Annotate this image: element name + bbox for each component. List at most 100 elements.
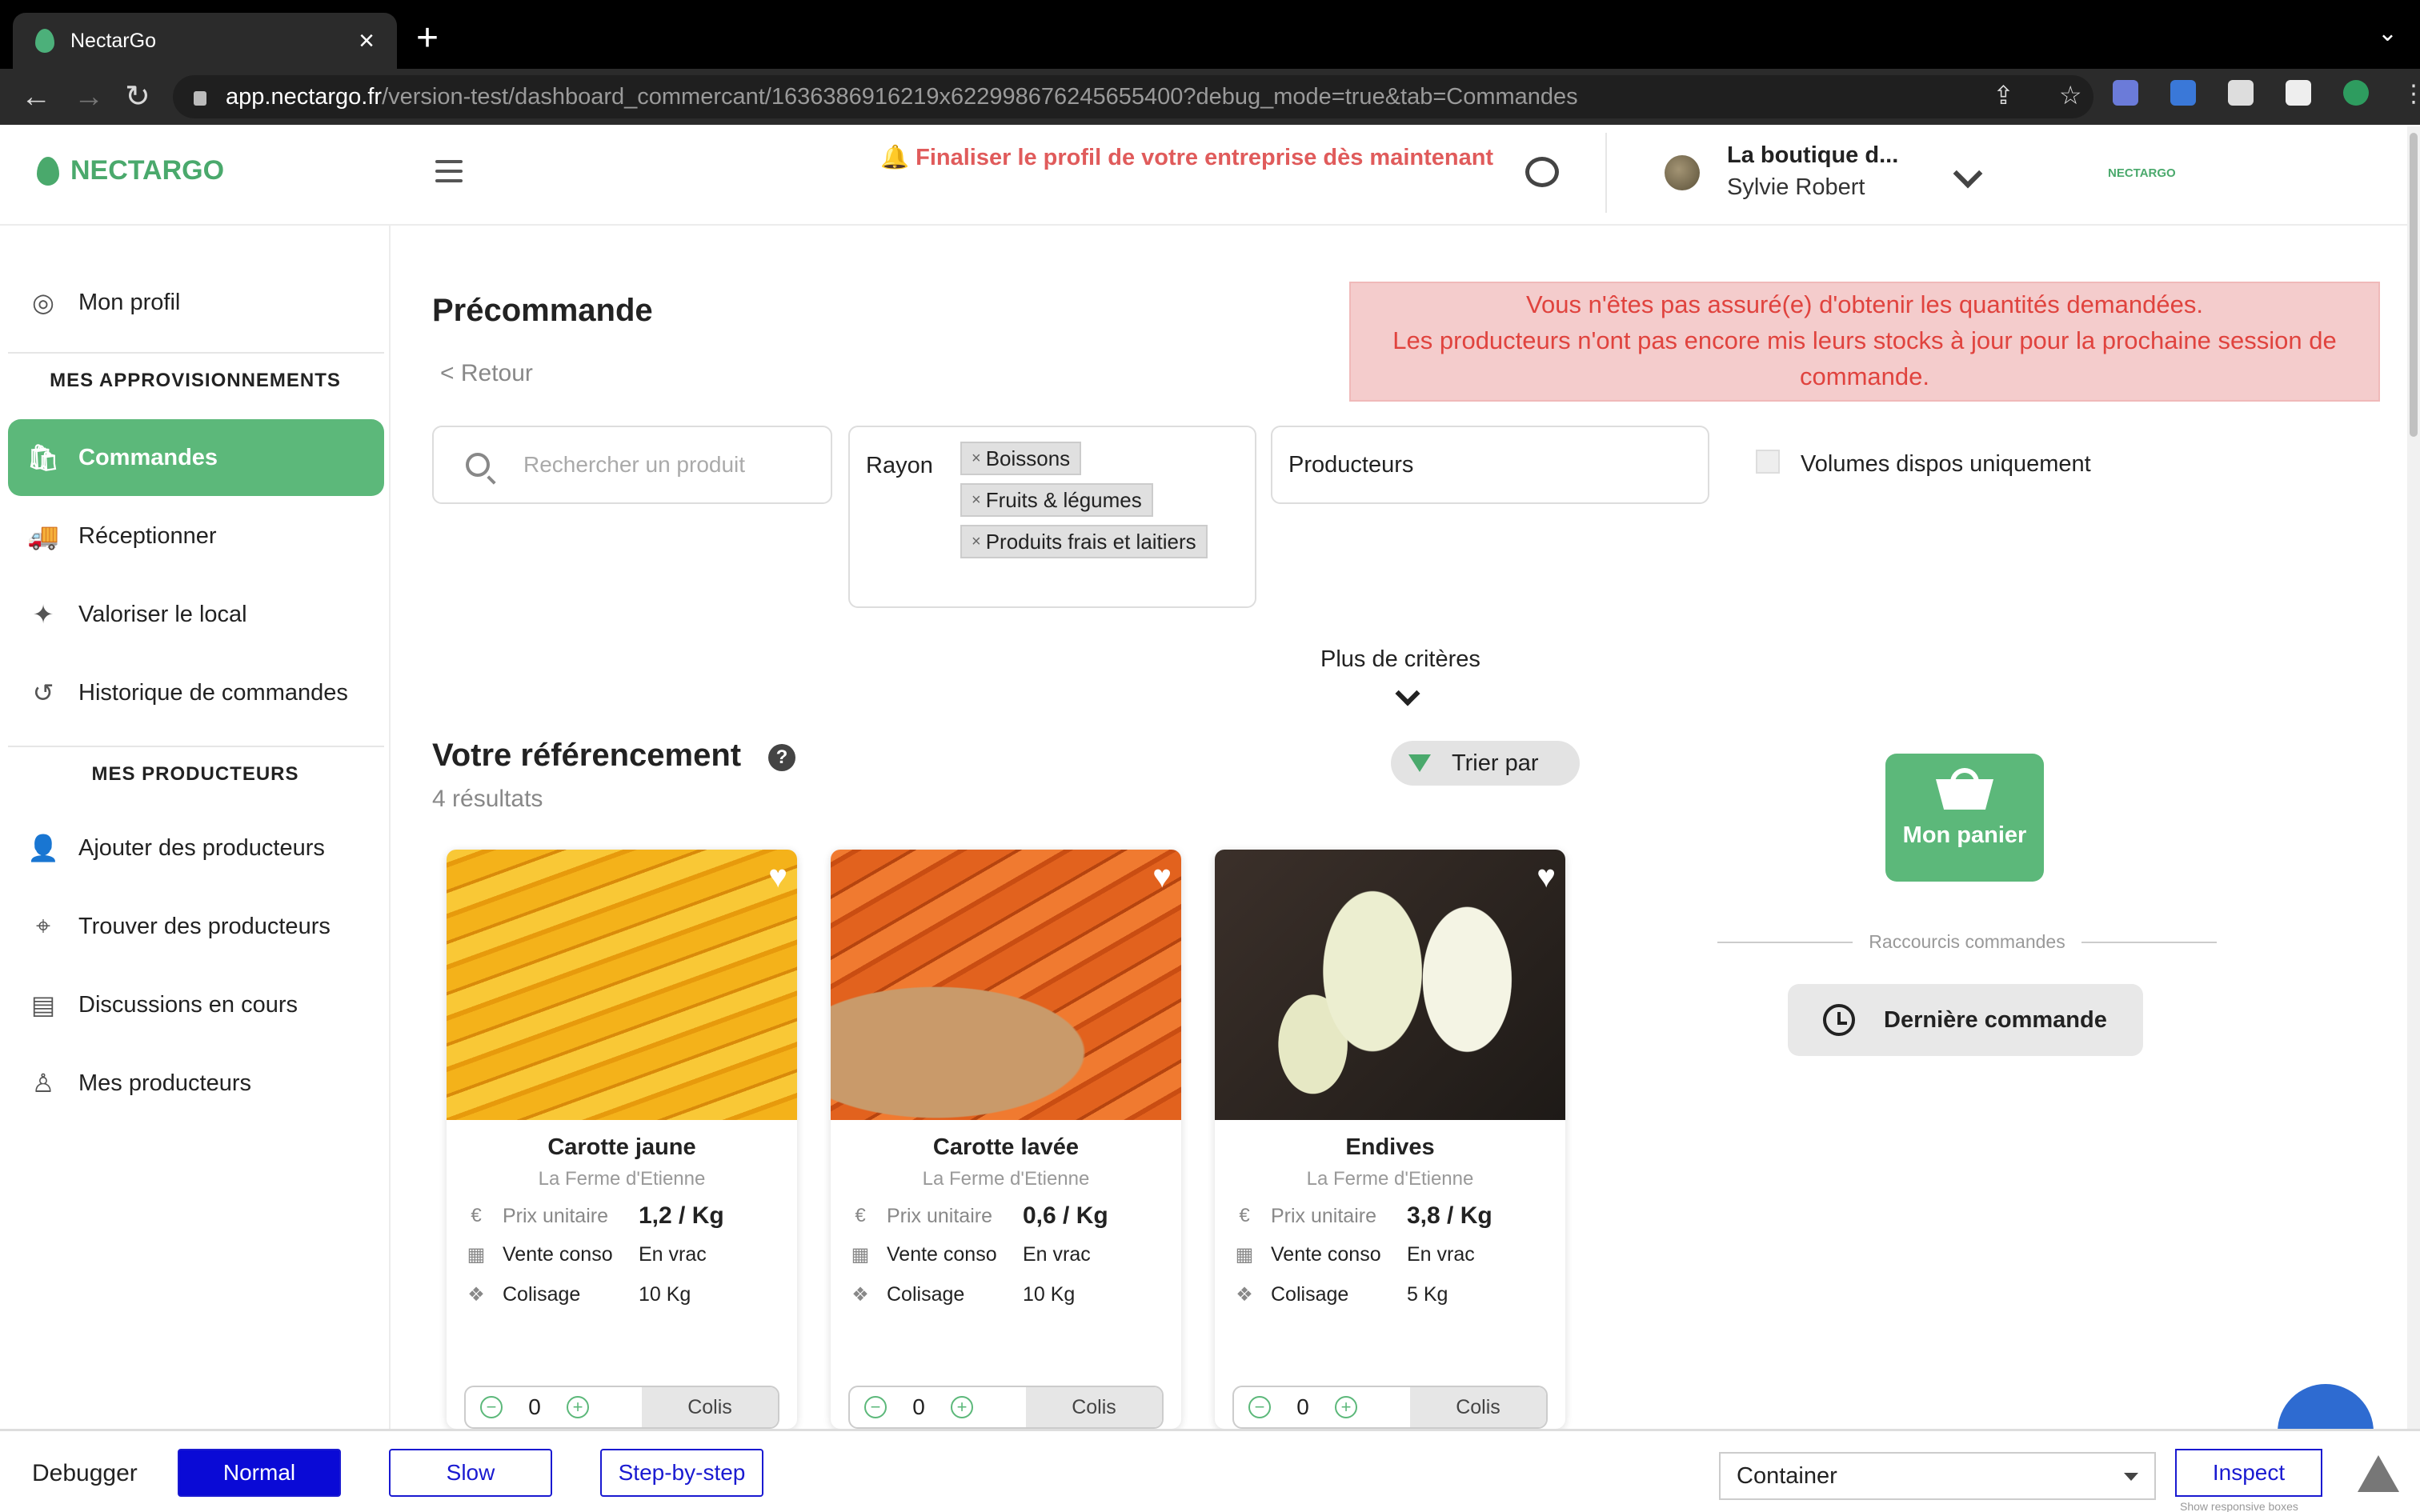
box-icon: ❖: [467, 1283, 485, 1306]
sidebar-item-profile[interactable]: ◎ Mon profil: [8, 264, 384, 341]
caret-down-icon: [2124, 1473, 2138, 1481]
nectargo-logo[interactable]: NECTARGO: [37, 155, 224, 186]
sidebar-item-label: Historique de commandes: [78, 679, 348, 706]
truck-icon: 🚚: [27, 522, 59, 550]
product-farm[interactable]: La Ferme d'Etienne: [447, 1168, 797, 1190]
rayon-chip[interactable]: × Fruits & légumes: [960, 483, 1153, 517]
extensions-puzzle-icon[interactable]: [2228, 80, 2254, 106]
new-tab-icon[interactable]: +: [416, 16, 439, 61]
chat-icon[interactable]: [1525, 157, 1559, 187]
pack-label: Colisage: [1271, 1282, 1349, 1306]
quantity-stepper: − 0 + Colis: [848, 1386, 1164, 1429]
product-image-carotte-lavee[interactable]: [831, 850, 1181, 1120]
favorite-heart-icon[interactable]: ♥: [1152, 861, 1172, 893]
producteurs-filter[interactable]: Producteurs: [1271, 426, 1709, 504]
sparkle-icon: ✦: [32, 600, 54, 629]
remove-chip-icon[interactable]: ×: [972, 450, 981, 468]
favorite-heart-icon[interactable]: ♥: [768, 861, 787, 893]
debug-step-button[interactable]: Step-by-step: [600, 1449, 763, 1497]
lock-icon: [194, 91, 206, 106]
hamburger-menu-icon[interactable]: [435, 160, 463, 189]
sort-button[interactable]: Trier par: [1391, 741, 1580, 786]
back-arrow-icon[interactable]: ←: [21, 78, 51, 115]
browser-tab[interactable]: NectarGo ×: [13, 13, 397, 69]
sidebar-item-historique[interactable]: ↺ Historique de commandes: [8, 654, 384, 731]
product-search-input[interactable]: Rechercher un produit: [432, 426, 832, 504]
more-criteria-link[interactable]: Plus de critères: [1320, 646, 1480, 673]
volumes-checkbox[interactable]: [1756, 450, 1780, 474]
increment-icon[interactable]: +: [1335, 1396, 1357, 1418]
sidebar-item-mes-producteurs[interactable]: ♙ Mes producteurs: [8, 1045, 384, 1122]
debug-normal-button[interactable]: Normal: [178, 1449, 341, 1497]
responsive-boxes-toggle[interactable]: Show responsive boxes: [2180, 1500, 2298, 1512]
address-bar[interactable]: app.nectargo.fr/version-test/dashboard_c…: [173, 75, 2093, 118]
sale-value: En vrac: [639, 1242, 707, 1266]
account-chevron-down-icon[interactable]: [1953, 158, 1983, 189]
share-icon[interactable]: ⇪: [1993, 80, 2014, 110]
extension-pen-icon[interactable]: [2113, 80, 2138, 106]
page-scrollbar[interactable]: [2407, 126, 2420, 1429]
quantity-value[interactable]: 0: [1271, 1394, 1335, 1420]
product-farm[interactable]: La Ferme d'Etienne: [831, 1168, 1181, 1190]
history-icon: ↺: [32, 678, 54, 707]
debug-slow-button[interactable]: Slow: [389, 1449, 552, 1497]
tab-search-chevron-icon[interactable]: ⌄: [2378, 19, 2398, 47]
last-order-button[interactable]: Dernière commande: [1788, 984, 2143, 1056]
browser-menu-icon[interactable]: ⋮: [2401, 80, 2420, 107]
quantity-value[interactable]: 0: [503, 1394, 567, 1420]
small-logo: NECTARGO: [2108, 166, 2176, 180]
decrement-icon[interactable]: −: [864, 1396, 887, 1418]
sidebar-item-trouver[interactable]: ⌖ Trouver des producteurs: [8, 888, 384, 965]
remove-chip-icon[interactable]: ×: [972, 491, 981, 510]
help-icon[interactable]: ?: [768, 744, 795, 771]
sidebar-item-ajouter[interactable]: 👤 Ajouter des producteurs: [8, 810, 384, 886]
box-icon: ❖: [851, 1283, 869, 1306]
product-card[interactable]: ♥ Carotte lavée La Ferme d'Etienne € Prix…: [831, 850, 1181, 1429]
sale-label: Vente conso: [503, 1242, 613, 1266]
shortcuts-divider: Raccourcis commandes: [1717, 931, 2218, 953]
app-header: NECTARGO 🔔 Finaliser le profil de votre …: [0, 125, 2420, 226]
sidebar-item-valoriser[interactable]: ✦ Valoriser le local: [8, 576, 384, 653]
avatar[interactable]: [1665, 155, 1700, 190]
sidebar-item-receptionner[interactable]: 🚚 Réceptionner: [8, 498, 384, 574]
element-select[interactable]: Container: [1719, 1452, 2156, 1500]
profile-alert-text: Finaliser le profil de votre entreprise …: [916, 144, 1494, 170]
warning-triangle-icon[interactable]: [2358, 1455, 2399, 1492]
reload-icon[interactable]: ↻: [125, 78, 150, 115]
sidebar-section-producteurs: MES PRODUCTEURS: [91, 763, 299, 785]
profile-icon[interactable]: [2343, 80, 2369, 106]
extension-layout-icon[interactable]: [2170, 80, 2196, 106]
chevron-down-icon[interactable]: [1395, 681, 1420, 706]
decrement-icon[interactable]: −: [480, 1396, 503, 1418]
price-label: Prix unitaire: [1271, 1204, 1376, 1227]
favorite-heart-icon[interactable]: ♥: [1537, 861, 1556, 893]
back-link[interactable]: < Retour: [440, 360, 533, 387]
inspect-button[interactable]: Inspect: [2175, 1449, 2322, 1497]
rayon-label: Rayon: [866, 453, 933, 478]
profile-alert-link[interactable]: 🔔 Finaliser le profil de votre entrepris…: [880, 144, 1493, 171]
remove-chip-icon[interactable]: ×: [972, 533, 981, 551]
decrement-icon[interactable]: −: [1248, 1396, 1271, 1418]
rayon-chip[interactable]: × Produits frais et laitiers: [960, 525, 1208, 558]
rayon-chip[interactable]: × Boissons: [960, 442, 1082, 475]
increment-icon[interactable]: +: [567, 1396, 589, 1418]
side-panel-icon[interactable]: [2286, 80, 2311, 106]
sidebar-item-label: Discussions en cours: [78, 991, 298, 1018]
increment-icon[interactable]: +: [951, 1396, 973, 1418]
sidebar-item-commandes[interactable]: 🛍 Commandes: [8, 419, 384, 496]
product-card[interactable]: ♥ Carotte jaune La Ferme d'Etienne € Prix…: [447, 850, 797, 1429]
close-tab-icon[interactable]: ×: [359, 26, 375, 57]
sidebar-item-discussions[interactable]: ▤ Discussions en cours: [8, 966, 384, 1043]
quantity-value[interactable]: 0: [887, 1394, 951, 1420]
product-card[interactable]: ♥ Endives La Ferme d'Etienne € Prix unita…: [1215, 850, 1565, 1429]
sidebar-item-label: Valoriser le local: [78, 601, 247, 627]
product-image-carotte-jaune[interactable]: [447, 850, 797, 1120]
bookmark-star-icon[interactable]: ☆: [2059, 80, 2082, 110]
product-image-endives[interactable]: [1215, 850, 1565, 1120]
basket-button[interactable]: Mon panier: [1885, 754, 2044, 882]
price-value: 0,6 / Kg: [1023, 1202, 1108, 1229]
product-farm[interactable]: La Ferme d'Etienne: [1215, 1168, 1565, 1190]
unit-label: Colis: [1026, 1387, 1162, 1427]
rayon-filter[interactable]: Rayon × Boissons × Fruits & légumes × Produ…: [848, 426, 1256, 608]
forward-arrow-icon[interactable]: →: [74, 78, 104, 115]
